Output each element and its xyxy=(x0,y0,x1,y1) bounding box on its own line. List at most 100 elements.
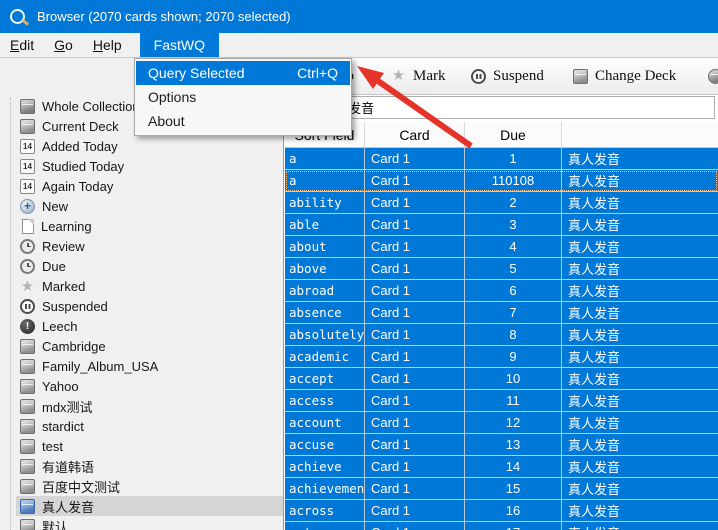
sidebar-item-family_album_usa[interactable]: Family_Album_USA xyxy=(0,356,283,376)
cell-card: Card 1 xyxy=(365,412,465,433)
table-row[interactable]: aCard 1110108真人发音 xyxy=(285,170,718,192)
cell-card: Card 1 xyxy=(365,368,465,389)
cell-deck: 真人发音 xyxy=(562,412,718,433)
sidebar-item-learning[interactable]: Learning xyxy=(0,216,283,236)
column-header-card[interactable]: Card xyxy=(365,122,465,147)
menu-go[interactable]: Go xyxy=(44,33,83,57)
cell-sort-field: achievement xyxy=(285,478,365,499)
cell-sort-field: absence xyxy=(285,302,365,323)
table-row[interactable]: aboveCard 15真人发音 xyxy=(285,258,718,280)
column-header-deck[interactable] xyxy=(562,122,718,147)
table-row[interactable]: absolutelyCard 18真人发音 xyxy=(285,324,718,346)
pause-icon xyxy=(20,299,35,314)
cell-due: 10 xyxy=(465,368,562,389)
table-row[interactable]: absenceCard 17真人发音 xyxy=(285,302,718,324)
deck-icon xyxy=(20,379,35,394)
sidebar-item-label: 百度中文测试 xyxy=(42,477,120,496)
menu-item-query-selected[interactable]: Query Selected Ctrl+Q xyxy=(136,61,350,85)
sidebar-item-label: Review xyxy=(42,239,85,254)
sidebar-item--[interactable]: 默认 xyxy=(0,516,283,530)
sidebar-item-due[interactable]: Due xyxy=(0,256,283,276)
table-row[interactable]: actCard 117真人发音 xyxy=(285,522,718,530)
clock-icon xyxy=(20,239,35,254)
sidebar-item-again-today[interactable]: 14 Again Today xyxy=(0,176,283,196)
table-row[interactable]: achievementCard 115真人发音 xyxy=(285,478,718,500)
cell-deck: 真人发音 xyxy=(562,390,718,411)
cell-due: 5 xyxy=(465,258,562,279)
menu-help[interactable]: Help xyxy=(83,33,132,57)
more-button[interactable] xyxy=(708,67,718,86)
menu-fastwq[interactable]: FastWQ xyxy=(140,33,219,57)
sidebar-item--[interactable]: 有道韩语 xyxy=(0,456,283,476)
deck-icon xyxy=(20,399,35,414)
sidebar-item-leech[interactable]: !Leech xyxy=(0,316,283,336)
cell-due: 2 xyxy=(465,192,562,213)
cell-card: Card 1 xyxy=(365,258,465,279)
table-row[interactable]: acrossCard 116真人发音 xyxy=(285,500,718,522)
sidebar-item-label: 真人发音 xyxy=(42,497,94,516)
menubar: Edit Go Help FastWQ xyxy=(0,33,718,58)
table-row[interactable]: accessCard 111真人发音 xyxy=(285,390,718,412)
sidebar-item--[interactable]: 真人发音 xyxy=(16,496,283,516)
menu-item-about[interactable]: About xyxy=(136,109,350,133)
cell-sort-field: ability xyxy=(285,192,365,213)
sidebar-item-label: 有道韩语 xyxy=(42,457,94,476)
cell-due: 9 xyxy=(465,346,562,367)
cal-icon: 14 xyxy=(20,179,35,194)
cell-deck: 真人发音 xyxy=(562,324,718,345)
mark-button[interactable]: ★ Mark xyxy=(391,67,446,86)
cell-sort-field: a xyxy=(285,148,365,169)
sidebar-item-label: Again Today xyxy=(42,179,113,194)
sidebar-item-label: Whole Collection xyxy=(42,99,140,114)
suspend-button[interactable]: Suspend xyxy=(471,67,544,86)
cell-sort-field: across xyxy=(285,500,365,521)
deck-icon xyxy=(20,439,35,454)
sidebar-item-cambridge[interactable]: Cambridge xyxy=(0,336,283,356)
table-row[interactable]: acceptCard 110真人发音 xyxy=(285,368,718,390)
table-row[interactable]: abroadCard 16真人发音 xyxy=(285,280,718,302)
cell-due: 6 xyxy=(465,280,562,301)
cal-icon: 14 xyxy=(20,159,35,174)
sidebar-item-new[interactable]: +New xyxy=(0,196,283,216)
menu-edit[interactable]: Edit xyxy=(0,33,44,57)
cell-due: 16 xyxy=(465,500,562,521)
table-row[interactable]: aboutCard 14真人发音 xyxy=(285,236,718,258)
cell-card: Card 1 xyxy=(365,390,465,411)
sidebar-item-stardict[interactable]: stardict xyxy=(0,416,283,436)
deck-icon xyxy=(20,359,35,374)
deck-icon xyxy=(20,519,35,530)
cell-deck: 真人发音 xyxy=(562,214,718,235)
sidebar-item-label: Cambridge xyxy=(42,339,106,354)
table-row[interactable]: ableCard 13真人发音 xyxy=(285,214,718,236)
table-row[interactable]: accountCard 112真人发音 xyxy=(285,412,718,434)
deck-icon xyxy=(20,419,35,434)
page-icon xyxy=(22,219,34,234)
cell-due: 11 xyxy=(465,390,562,411)
sidebar-item--[interactable]: 百度中文测试 xyxy=(0,476,283,496)
sidebar-item-test[interactable]: test xyxy=(0,436,283,456)
cell-due: 12 xyxy=(465,412,562,433)
deck-icon xyxy=(20,339,35,354)
cell-due: 4 xyxy=(465,236,562,257)
sidebar-item-added-today[interactable]: 14Added Today xyxy=(0,136,283,156)
sidebar-item-studied-today[interactable]: 14Studied Today xyxy=(0,156,283,176)
deck-icon xyxy=(20,119,35,134)
cell-deck: 真人发音 xyxy=(562,434,718,455)
cell-deck: 真人发音 xyxy=(562,456,718,477)
cell-card: Card 1 xyxy=(365,170,465,191)
sidebar-item-yahoo[interactable]: Yahoo xyxy=(0,376,283,396)
sidebar-item-suspended[interactable]: Suspended xyxy=(0,296,283,316)
cell-card: Card 1 xyxy=(365,302,465,323)
table-row[interactable]: accuseCard 113真人发音 xyxy=(285,434,718,456)
sidebar-item-marked[interactable]: ★Marked xyxy=(0,276,283,296)
sidebar-item-review[interactable]: Review xyxy=(0,236,283,256)
change-deck-button[interactable]: Change Deck xyxy=(573,67,676,86)
table-row[interactable]: achieveCard 114真人发音 xyxy=(285,456,718,478)
collection-icon xyxy=(20,99,35,114)
column-header-due[interactable]: Due xyxy=(465,122,562,147)
menu-item-options[interactable]: Options xyxy=(136,85,350,109)
table-row[interactable]: academicCard 19真人发音 xyxy=(285,346,718,368)
table-row[interactable]: aCard 11真人发音 xyxy=(285,148,718,170)
sidebar-item-mdx-[interactable]: mdx测试 xyxy=(0,396,283,416)
table-row[interactable]: abilityCard 12真人发音 xyxy=(285,192,718,214)
